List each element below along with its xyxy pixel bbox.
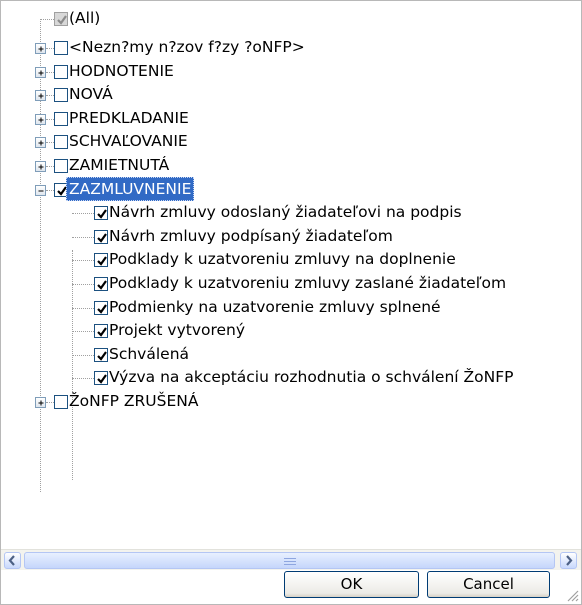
- expand-icon[interactable]: [35, 43, 46, 54]
- tree-child-label: Podklady k uzatvoreniu zmluvy na doplnen…: [109, 250, 456, 269]
- tree-item-label: ŽoNFP ZRUŠENÁ: [69, 392, 199, 410]
- check-mark-icon: [97, 327, 107, 337]
- tree-item-label: (All): [69, 9, 101, 27]
- expand-icon[interactable]: [35, 113, 46, 125]
- tree-item-label: HODNOTENIE: [69, 61, 174, 80]
- tree-item[interactable]: SCHVAĽOVANIE: [1, 129, 581, 155]
- grip-icon: [283, 558, 296, 567]
- tree-child-item[interactable]: Výzva na akceptáciu rozhodnutia o schvál…: [1, 365, 581, 391]
- child-checkbox[interactable]: [94, 277, 108, 291]
- check-mark-icon: [97, 280, 107, 290]
- item-checkbox[interactable]: [54, 88, 68, 103]
- expand-icon[interactable]: [35, 161, 46, 172]
- tree-child-item[interactable]: Podklady k uzatvoreniu zmluvy zaslané ži…: [1, 271, 581, 297]
- checkbox-all[interactable]: [54, 12, 68, 26]
- tree-child-item[interactable]: Podmienky na uzatvorenie zmluvy splnené: [1, 295, 581, 321]
- tree-connector: [40, 19, 54, 20]
- item-checkbox[interactable]: [54, 159, 68, 173]
- ok-button[interactable]: OK: [284, 571, 419, 598]
- scroll-left-button[interactable]: [4, 552, 21, 569]
- child-checkbox[interactable]: [94, 347, 108, 362]
- child-checkbox[interactable]: [94, 300, 108, 315]
- resize-grip-icon[interactable]: [565, 588, 579, 602]
- tree-item[interactable]: PREDKLADANIE: [1, 106, 581, 132]
- tree-connector: [72, 378, 94, 380]
- tree-child-label: Výzva na akceptáciu rozhodnutia o schvál…: [109, 368, 514, 387]
- check-mark-icon: [97, 374, 107, 385]
- tree-item-label: <Nezn?my n?zov f?zy ?oNFP>: [69, 38, 305, 56]
- tree-child-label: Schválená: [109, 344, 190, 363]
- tree-item-label: NOVÁ: [69, 85, 113, 104]
- check-mark-icon: [97, 303, 107, 314]
- cancel-button[interactable]: Cancel: [427, 571, 550, 598]
- tree-item-label: ZAZMLUVNENIE: [66, 176, 195, 201]
- check-mark-icon: [57, 15, 67, 25]
- tree-connector: [72, 236, 94, 238]
- tree-item[interactable]: ZAZMLUVNENIE: [1, 176, 581, 203]
- scroll-thumb[interactable]: [24, 552, 555, 569]
- tree-child-label: Návrh zmluvy odoslaný žiadateľovi na pod…: [109, 203, 462, 222]
- check-mark-icon: [97, 256, 107, 267]
- filter-dropdown-panel: (All) <Nezn?my n?zov f?zy ?oNFP> HODNOTEN…: [0, 0, 582, 605]
- tree-child-item[interactable]: Podklady k uzatvoreniu zmluvy na doplnen…: [1, 247, 581, 273]
- tree-child-item[interactable]: Projekt vytvorený: [1, 318, 581, 344]
- tree-item-label: PREDKLADANIE: [69, 108, 189, 127]
- item-checkbox[interactable]: [54, 395, 68, 409]
- tree-item-all[interactable]: (All): [1, 6, 201, 32]
- tree-child-item[interactable]: Schválená: [1, 342, 581, 368]
- tree-item[interactable]: ŽoNFP ZRUŠENÁ: [1, 389, 581, 415]
- tree-item[interactable]: <Nezn?my n?zov f?zy ?oNFP>: [1, 35, 581, 61]
- tree-child-label: Podklady k uzatvoreniu zmluvy zaslané ži…: [109, 274, 507, 292]
- tree-item-label: SCHVAĽOVANIE: [69, 132, 188, 151]
- tree-child-item[interactable]: Návrh zmluvy podpísaný žiadateľom: [1, 224, 581, 250]
- check-mark-icon: [97, 351, 107, 361]
- child-checkbox[interactable]: [94, 206, 108, 221]
- item-checkbox[interactable]: [54, 135, 68, 150]
- child-checkbox[interactable]: [94, 253, 108, 268]
- tree-child-label: Podmienky na uzatvorenie zmluvy splnené: [109, 297, 441, 316]
- tree-connector: [72, 331, 94, 333]
- child-checkbox[interactable]: [94, 229, 108, 244]
- tree-child-label: Návrh zmluvy podpísaný žiadateľom: [109, 226, 393, 245]
- tree-child-item[interactable]: Návrh zmluvy odoslaný žiadateľovi na pod…: [1, 200, 581, 226]
- item-checkbox[interactable]: [54, 64, 68, 79]
- tree-item-label: ZAMIETNUTÁ: [69, 156, 170, 174]
- tree-connector: [72, 307, 94, 309]
- horizontal-scrollbar[interactable]: [1, 549, 581, 570]
- tree-connector: [72, 213, 94, 215]
- tree-connector: [72, 354, 94, 356]
- phase-filter-tree: (All) <Nezn?my n?zov f?zy ?oNFP> HODNOTEN…: [1, 1, 581, 547]
- collapse-icon[interactable]: [35, 184, 46, 196]
- tree-connector: [72, 260, 94, 262]
- tree-connector: [72, 284, 94, 285]
- expand-icon[interactable]: [35, 90, 46, 102]
- item-checkbox[interactable]: [54, 41, 68, 55]
- expand-icon[interactable]: [35, 397, 46, 408]
- child-checkbox[interactable]: [94, 324, 108, 339]
- item-checkbox[interactable]: [54, 111, 68, 126]
- tree-item[interactable]: NOVÁ: [1, 82, 581, 108]
- chevron-left-icon: [8, 555, 15, 566]
- chevron-right-icon: [566, 555, 573, 566]
- tree-item[interactable]: HODNOTENIE: [1, 59, 581, 85]
- check-mark-icon: [97, 233, 107, 243]
- tree-child-label: Projekt vytvorený: [109, 321, 246, 340]
- scroll-right-button[interactable]: [560, 552, 577, 569]
- tree-item[interactable]: ZAMIETNUTÁ: [1, 153, 581, 179]
- child-checkbox[interactable]: [94, 371, 108, 386]
- expand-icon[interactable]: [35, 66, 46, 78]
- expand-icon[interactable]: [35, 137, 46, 149]
- check-mark-icon: [97, 209, 107, 219]
